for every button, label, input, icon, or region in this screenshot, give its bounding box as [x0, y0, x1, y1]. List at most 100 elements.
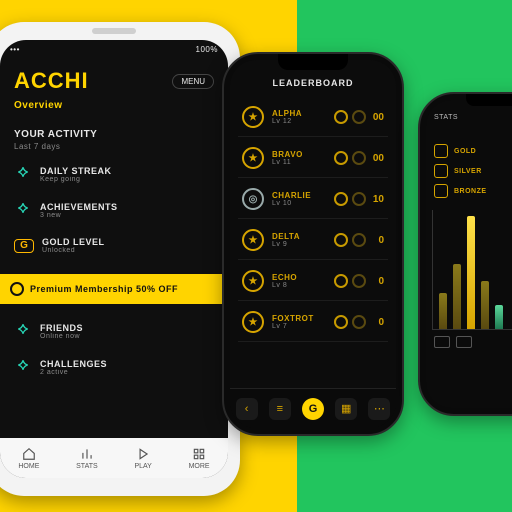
nav-center-label: G [309, 403, 318, 415]
page-title: STATS [434, 114, 458, 121]
status-right: 100% [196, 45, 218, 54]
leaderboard-row[interactable]: ★ DELTALv 9 0 [238, 221, 388, 260]
coin-icon [352, 151, 366, 165]
row-name: CHARLIE [272, 191, 326, 200]
thumb-icon[interactable] [434, 336, 450, 348]
row-title: FRIENDS [40, 323, 214, 333]
spark-icon [14, 322, 32, 340]
row-number: 0 [370, 235, 384, 246]
legend-label: BRONZE [454, 188, 487, 195]
row-sub: 3 new [40, 212, 214, 219]
row-sub: Lv 11 [272, 159, 326, 166]
nav-center[interactable]: G [302, 398, 324, 420]
legend-item[interactable]: GOLD [434, 144, 512, 158]
row-name: DELTA [272, 232, 326, 241]
row-number: 10 [370, 194, 384, 205]
nav-label: HOME [18, 463, 39, 470]
row-sub: Lv 10 [272, 200, 326, 207]
info-icon [10, 282, 24, 296]
leaderboard-row[interactable]: ★ ECHOLv 8 0 [238, 262, 388, 301]
row-sub: Lv 9 [272, 241, 326, 248]
bars-icon [80, 447, 94, 461]
nav-label: MORE [189, 463, 210, 470]
promo-banner[interactable]: Premium Membership 50% OFF [0, 274, 228, 304]
row-number: 00 [370, 112, 384, 123]
status-bar: ••• 100% [0, 40, 228, 58]
legend: GOLD SILVER BRONZE [426, 138, 512, 204]
list-item[interactable]: FRIENDS Online now [10, 316, 218, 346]
rank-ring-icon: ★ [242, 147, 264, 169]
coin-icon [334, 110, 348, 124]
row-title: GOLD LEVEL [42, 237, 214, 247]
nav-more[interactable]: MORE [189, 447, 210, 470]
nav-label: PLAY [134, 463, 151, 470]
row-title: CHALLENGES [40, 359, 214, 369]
phone-middle: LEADERBOARD ★ ALPHALv 12 00 ★ BRAVOLv 11… [222, 52, 404, 436]
nav-label: STATS [76, 463, 98, 470]
list-item[interactable]: CHALLENGES 2 active [10, 352, 218, 382]
notch [466, 94, 512, 106]
phone-large: ••• 100% ACCHI MENU Overview YOUR ACTIVI… [0, 22, 240, 496]
list-item[interactable]: DAILY STREAK Keep going [10, 159, 218, 189]
swatch-icon [434, 184, 448, 198]
row-sub: Lv 7 [272, 323, 326, 330]
bar [467, 216, 475, 329]
rank-ring-icon: ◎ [242, 188, 264, 210]
leaderboard-row[interactable]: ★ BRAVOLv 11 00 [238, 139, 388, 178]
row-value: 0 [334, 274, 384, 288]
leaderboard-row[interactable]: ◎ CHARLIELv 10 10 [238, 180, 388, 219]
row-sub: Online now [40, 333, 214, 340]
swatch-icon [434, 144, 448, 158]
coin-icon [352, 110, 366, 124]
coin-icon [334, 315, 348, 329]
coin-icon [334, 192, 348, 206]
rank-ring-icon: ★ [242, 229, 264, 251]
coin-icon [352, 192, 366, 206]
leaderboard-row[interactable]: ★ FOXTROTLv 7 0 [238, 303, 388, 342]
row-value: 00 [334, 110, 384, 124]
phone3-screen: STATS ⚙ GOLD SILVER BRONZE [426, 100, 512, 408]
legend-item[interactable]: BRONZE [434, 184, 512, 198]
app-brand: ACCHI [14, 68, 89, 94]
row-title: DAILY STREAK [40, 166, 214, 176]
rank-ring-icon: ★ [242, 311, 264, 333]
row-name: BRAVO [272, 150, 326, 159]
leaderboard-row[interactable]: ★ ALPHALv 12 00 [238, 98, 388, 137]
section1-title: YOUR ACTIVITY [14, 129, 214, 140]
list-item[interactable]: G GOLD LEVEL Unlocked [10, 231, 218, 260]
row-sub: Lv 12 [272, 118, 326, 125]
legend-item[interactable]: SILVER [434, 164, 512, 178]
row-sub: Unlocked [42, 247, 214, 254]
menu-button[interactable]: MENU [172, 74, 214, 89]
row-number: 00 [370, 153, 384, 164]
grid-icon [192, 447, 206, 461]
nav-home[interactable]: HOME [18, 447, 39, 470]
leaderboard-list: ★ ALPHALv 12 00 ★ BRAVOLv 11 00 ◎ CHARLI… [230, 94, 396, 346]
row-name: FOXTROT [272, 314, 326, 323]
nav-grid[interactable]: ▦ [335, 398, 357, 420]
row-sub: Keep going [40, 176, 214, 183]
spark-icon [14, 165, 32, 183]
bar [453, 264, 461, 329]
chart-footer [426, 330, 512, 354]
speaker-slot [92, 28, 136, 34]
coin-icon [352, 315, 366, 329]
row-name: ECHO [272, 273, 326, 282]
bar [495, 305, 503, 329]
coin-icon [334, 274, 348, 288]
legend-label: GOLD [454, 148, 476, 155]
nav-back[interactable]: ‹ [236, 398, 258, 420]
row-value: 10 [334, 192, 384, 206]
nav-stats[interactable]: STATS [76, 447, 98, 470]
nav-more[interactable]: ⋯ [368, 398, 390, 420]
nav-play[interactable]: PLAY [134, 447, 151, 470]
banner-text: Premium Membership 50% OFF [30, 284, 178, 294]
row-sub: 2 active [40, 369, 214, 376]
bottom-nav: ‹ ≡ G ▦ ⋯ [230, 388, 396, 428]
play-icon [136, 447, 150, 461]
bar-chart [432, 210, 512, 330]
nav-list[interactable]: ≡ [269, 398, 291, 420]
thumb-icon[interactable] [456, 336, 472, 348]
list-item[interactable]: ACHIEVEMENTS 3 new [10, 195, 218, 225]
legend-label: SILVER [454, 168, 482, 175]
